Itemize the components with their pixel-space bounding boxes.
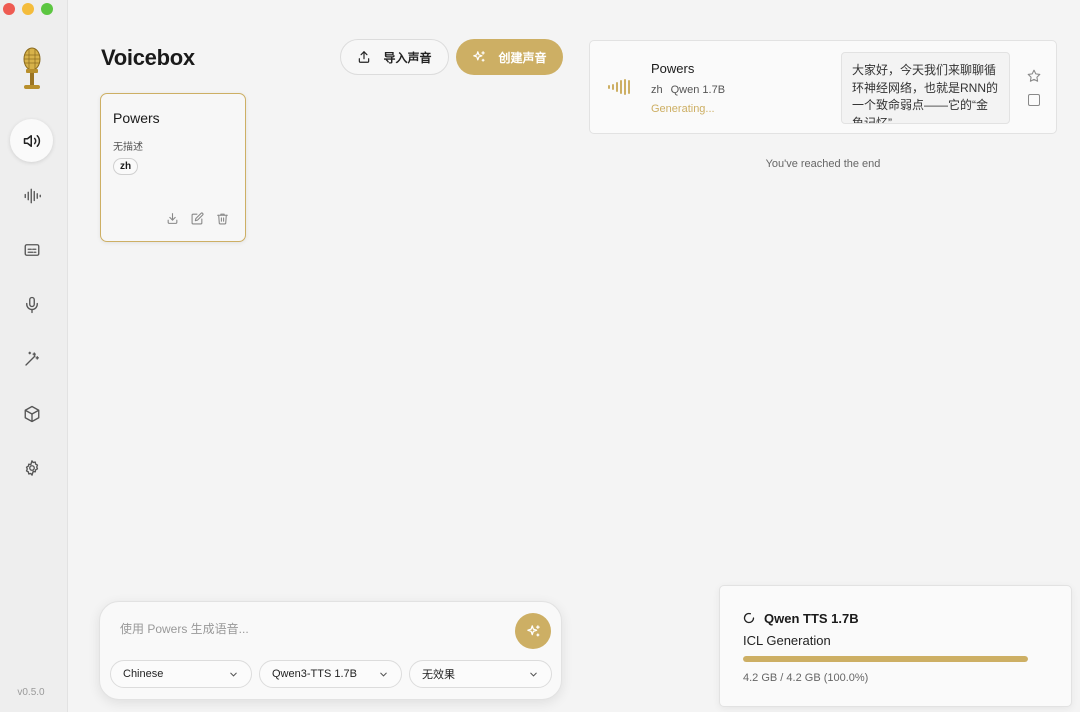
effect-select-value: 无效果: [422, 669, 455, 681]
history-item[interactable]: Powers zh Qwen 1.7B Generating... 大家好，今天…: [589, 40, 1057, 134]
magic-wand-icon: [24, 351, 39, 366]
speaker-icon: [23, 134, 40, 147]
gear-icon: [25, 459, 38, 476]
maximize-window-button[interactable]: [41, 3, 53, 15]
sidebar-item-settings[interactable]: [10, 446, 53, 489]
sidebar-item-generate[interactable]: [10, 174, 53, 217]
generate-composer: Chinese Qwen3-TTS 1.7B 无效果: [99, 601, 562, 700]
prompt-input[interactable]: [120, 622, 500, 636]
minimize-window-button[interactable]: [22, 3, 34, 15]
model-progress-bar: [743, 656, 1028, 662]
history-voice-name: Powers: [651, 61, 695, 76]
history-text[interactable]: 大家好，今天我们来聊聊循环神经网络，也就是RNN的一个致命弱点——它的“金鱼记忆…: [841, 52, 1010, 124]
import-voice-label: 导入声音: [383, 50, 432, 65]
trash-icon[interactable]: [216, 212, 229, 225]
model-status-name: Qwen TTS 1.7B: [764, 611, 859, 626]
edit-icon[interactable]: [191, 212, 204, 225]
chevron-down-icon: [230, 672, 237, 677]
model-select[interactable]: Qwen3-TTS 1.7B: [259, 660, 402, 688]
page-title: Voicebox: [101, 45, 195, 70]
language-select[interactable]: Chinese: [110, 660, 252, 688]
voice-card[interactable]: Powers 无描述 zh: [100, 93, 246, 242]
sidebar-item-voices[interactable]: [10, 119, 53, 162]
microphone-logo-icon: [23, 47, 41, 89]
sidebar-item-record[interactable]: [10, 283, 53, 326]
chevron-down-icon: [530, 672, 537, 677]
create-voice-label: 创建声音: [498, 50, 547, 65]
close-window-button[interactable]: [3, 3, 15, 15]
sidebar-item-stories[interactable]: [10, 228, 53, 271]
window-controls: [3, 3, 53, 15]
list-end-text: You've reached the end: [765, 158, 881, 170]
sidebar: v0.5.0: [0, 0, 68, 712]
app-version: v0.5.0: [17, 687, 45, 698]
star-icon[interactable]: [1027, 69, 1041, 83]
history-meta: zh Qwen 1.7B: [651, 84, 725, 96]
voice-description: 无描述: [113, 142, 143, 153]
model-select-value: Qwen3-TTS 1.7B: [272, 668, 357, 680]
select-checkbox[interactable]: [1028, 94, 1040, 106]
create-voice-button[interactable]: 创建声音: [456, 39, 563, 75]
sparkles-icon: [526, 624, 540, 636]
generate-button[interactable]: [515, 613, 551, 649]
model-status-panel: Qwen TTS 1.7B ICL Generation 4.2 GB / 4.…: [719, 585, 1072, 707]
sparkles-icon: [473, 51, 486, 62]
voice-name: Powers: [113, 110, 160, 126]
caption-icon: [24, 243, 39, 256]
cube-icon: [24, 405, 39, 422]
microphone-icon: [25, 296, 38, 313]
upload-icon: [359, 51, 370, 63]
history-status: Generating...: [651, 103, 715, 115]
history-language: zh: [651, 84, 663, 96]
voice-language-tag: zh: [113, 158, 139, 175]
voice-card-actions: [166, 212, 229, 225]
model-progress-fill: [743, 656, 1028, 662]
chevron-down-icon: [380, 672, 387, 677]
model-status-task: ICL Generation: [743, 633, 831, 648]
waveform-icon: [24, 188, 41, 203]
effect-select[interactable]: 无效果: [409, 660, 552, 688]
loading-spinner-icon: [743, 612, 755, 624]
sidebar-item-effects[interactable]: [10, 337, 53, 380]
model-status-size: 4.2 GB / 4.2 GB (100.0%): [743, 672, 869, 684]
download-icon[interactable]: [166, 212, 179, 225]
history-model: Qwen 1.7B: [670, 84, 726, 96]
import-voice-button[interactable]: 导入声音: [340, 39, 449, 75]
sidebar-item-models[interactable]: [10, 392, 53, 435]
language-select-value: Chinese: [123, 668, 164, 680]
audio-wave-icon: [608, 79, 630, 95]
